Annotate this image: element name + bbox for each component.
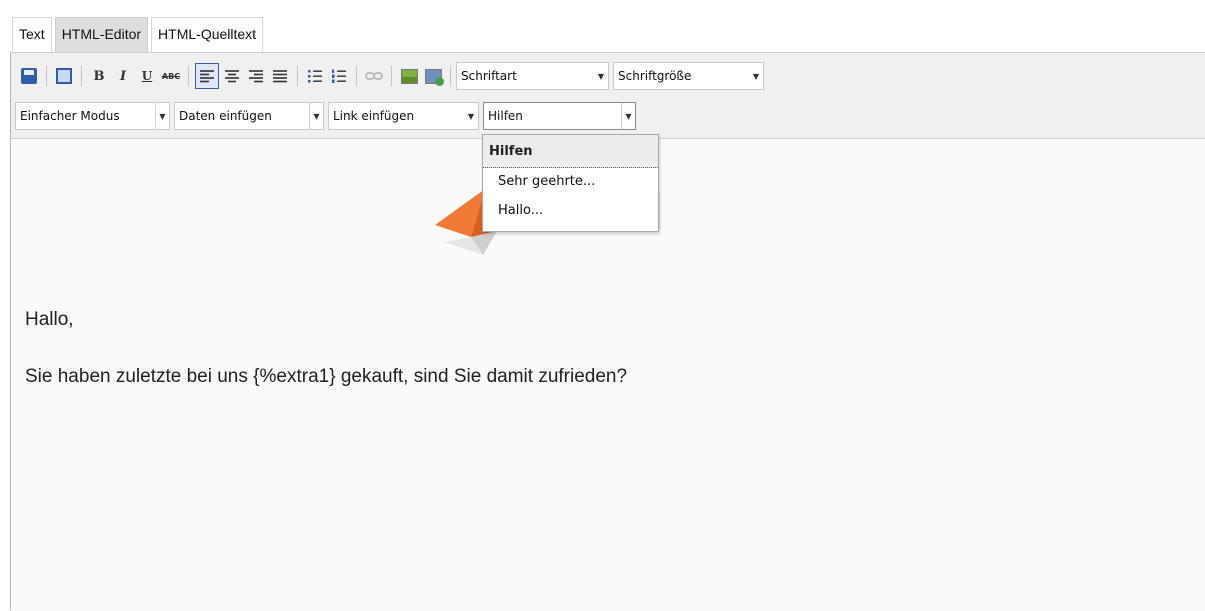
italic-button[interactable]: I bbox=[112, 65, 134, 87]
chevron-down-icon: ▼ bbox=[621, 103, 635, 129]
align-center-icon bbox=[225, 70, 239, 83]
strikethrough-button[interactable]: ABC bbox=[160, 65, 182, 87]
link-icon bbox=[365, 72, 383, 80]
bullet-list-button[interactable] bbox=[304, 65, 326, 87]
link-button[interactable] bbox=[363, 65, 385, 87]
image-icon bbox=[400, 68, 418, 84]
toolbar-separator bbox=[46, 66, 47, 86]
font-size-select[interactable]: Schriftgröße ▼ bbox=[613, 62, 764, 90]
toolbar-row-formatting: B I U ABC Schriftart ▼ Schriftgröße ▼ bbox=[11, 61, 768, 91]
tab-html-editor[interactable]: HTML-Editor bbox=[54, 17, 149, 52]
insert-image-button[interactable] bbox=[398, 65, 420, 87]
align-right-icon bbox=[249, 70, 263, 83]
window-icon bbox=[56, 68, 72, 84]
chevron-down-icon: ▼ bbox=[752, 71, 760, 81]
strikethrough-icon: ABC bbox=[161, 71, 181, 81]
bold-icon: B bbox=[93, 68, 105, 84]
save-icon bbox=[21, 68, 37, 84]
menu-title: Hilfen bbox=[483, 135, 658, 168]
tab-text[interactable]: Text bbox=[12, 17, 52, 52]
helpers-dropdown-menu: Hilfen Sehr geehrte... Hallo... bbox=[482, 134, 659, 232]
html-editor: B I U ABC Schriftart ▼ Schriftgröße ▼ Ei… bbox=[10, 52, 1205, 611]
align-center-button[interactable] bbox=[221, 65, 243, 87]
insert-data-select[interactable]: Daten einfügen ▼ bbox=[174, 102, 324, 130]
fullscreen-button[interactable] bbox=[53, 65, 75, 87]
chevron-down-icon: ▼ bbox=[155, 103, 169, 129]
editor-tabs: Text HTML-Editor HTML-Quelltext bbox=[12, 17, 266, 52]
font-size-label: Schriftgröße bbox=[618, 69, 692, 83]
tab-html-source[interactable]: HTML-Quelltext bbox=[151, 17, 264, 52]
toolbar-row-insert: Einfacher Modus ▼ Daten einfügen ▼ Link … bbox=[11, 101, 640, 131]
numbered-list-icon bbox=[332, 69, 346, 83]
bold-button[interactable]: B bbox=[88, 65, 110, 87]
toolbar-separator bbox=[297, 66, 298, 86]
italic-icon: I bbox=[119, 68, 127, 84]
insert-data-label: Daten einfügen bbox=[179, 109, 272, 123]
toolbar-separator bbox=[391, 66, 392, 86]
insert-link-label: Link einfügen bbox=[333, 109, 415, 123]
font-family-select[interactable]: Schriftart ▼ bbox=[456, 62, 609, 90]
font-family-label: Schriftart bbox=[461, 69, 517, 83]
toolbar-separator bbox=[81, 66, 82, 86]
bullet-list-icon bbox=[308, 70, 322, 83]
align-left-icon bbox=[200, 70, 214, 83]
save-button[interactable] bbox=[18, 65, 40, 87]
greeting-text: Hallo, bbox=[25, 309, 74, 330]
editor-toolbar: B I U ABC Schriftart ▼ Schriftgröße ▼ Ei… bbox=[11, 53, 1205, 139]
helpers-label: Hilfen bbox=[488, 109, 523, 123]
chevron-down-icon: ▼ bbox=[467, 111, 475, 121]
menu-item-sehr-geehrte[interactable]: Sehr geehrte... bbox=[483, 168, 658, 197]
insert-link-select[interactable]: Link einfügen ▼ bbox=[328, 102, 479, 130]
image-manager-button[interactable] bbox=[422, 65, 444, 87]
align-right-button[interactable] bbox=[245, 65, 267, 87]
toolbar-separator bbox=[188, 66, 189, 86]
numbered-list-button[interactable] bbox=[328, 65, 350, 87]
toolbar-separator bbox=[356, 66, 357, 86]
align-left-button[interactable] bbox=[195, 63, 219, 89]
chevron-down-icon: ▼ bbox=[597, 71, 605, 81]
menu-item-hallo[interactable]: Hallo... bbox=[483, 197, 658, 226]
underline-icon: U bbox=[141, 69, 153, 83]
chevron-down-icon: ▼ bbox=[309, 103, 323, 129]
align-justify-icon bbox=[273, 70, 287, 83]
body-text: Sie haben zuletzte bei uns {%extra1} gek… bbox=[25, 366, 628, 387]
align-justify-button[interactable] bbox=[269, 65, 291, 87]
helpers-select[interactable]: Hilfen ▼ bbox=[483, 102, 636, 130]
mode-label: Einfacher Modus bbox=[20, 109, 120, 123]
add-image-icon bbox=[424, 68, 444, 86]
toolbar-separator bbox=[450, 66, 451, 86]
underline-button[interactable]: U bbox=[136, 65, 158, 87]
mode-select[interactable]: Einfacher Modus ▼ bbox=[15, 102, 170, 130]
